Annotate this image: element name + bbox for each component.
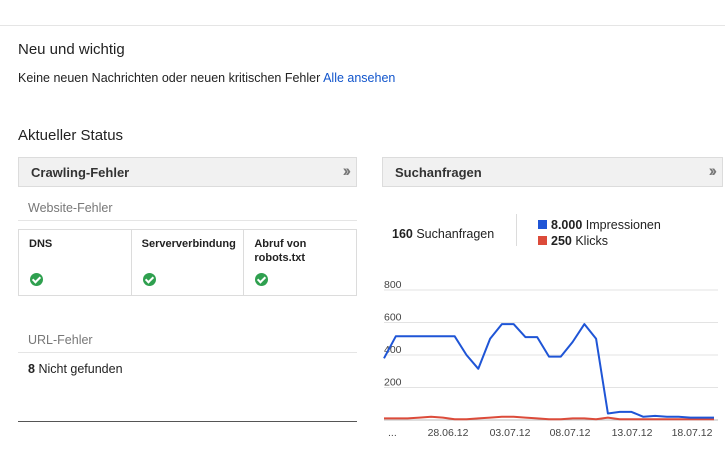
y-tick-label: 200 <box>384 377 402 389</box>
x-tick-label: ... <box>388 427 397 439</box>
x-tick-label: 08.07.12 <box>550 427 591 439</box>
x-tick-label: 18.07.12 <box>672 427 713 439</box>
x-tick-label: 28.06.12 <box>428 427 469 439</box>
series-line-impressionen <box>383 323 714 419</box>
y-tick-label: 800 <box>384 279 402 291</box>
x-tick-label: 03.07.12 <box>490 427 531 439</box>
x-tick-label: 13.07.12 <box>612 427 653 439</box>
y-tick-label: 600 <box>384 312 402 324</box>
search-queries-chart: 800600400200... 28.06.12 03.07.12 08.07.12 1… <box>383 279 718 439</box>
